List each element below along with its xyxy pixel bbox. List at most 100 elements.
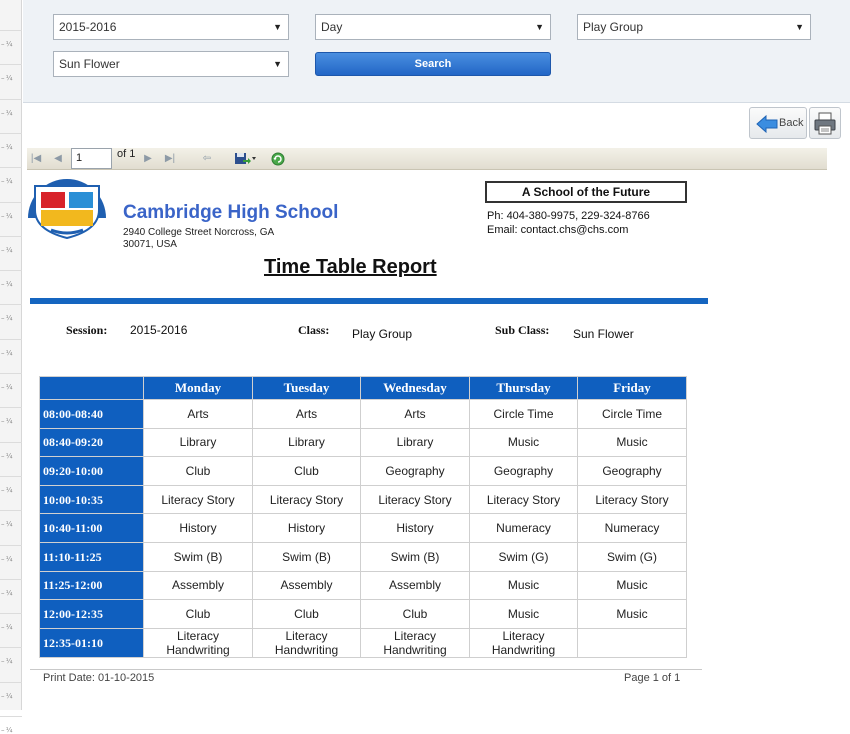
subclass-select[interactable]: Sun Flower ▼ xyxy=(53,51,289,77)
chevron-down-icon: ▼ xyxy=(273,22,282,32)
next-page-icon[interactable]: ▶ xyxy=(141,152,155,166)
gutter-line xyxy=(0,681,22,683)
time-slot-cell: 10:40-11:00 xyxy=(39,513,144,543)
time-slot-cell: 10:00-10:35 xyxy=(39,484,144,515)
gutter-line xyxy=(0,132,22,134)
gutter-mark: – ¼ xyxy=(1,74,13,83)
report-viewer-toolbar: |◀ ◀ 1 of 1 ▶ ▶| ⇦ xyxy=(27,148,827,170)
subject-cell: Literacy Story xyxy=(469,484,578,515)
timetable: Monday Tuesday Wednesday Thursday Friday 08:… xyxy=(39,376,687,658)
refresh-icon[interactable] xyxy=(271,152,285,166)
header-divider xyxy=(30,298,708,304)
print-button[interactable] xyxy=(809,107,841,139)
left-gutter: – ¼ – ¼ – ¼ – ¼ – ¼ – ¼ – ¼ – ¼ – ¼ – ¼ – ¼ – ¼ – ¼ –… xyxy=(0,0,22,734)
gutter-line xyxy=(0,475,22,477)
chevron-down-icon: ▼ xyxy=(795,22,804,32)
subject-cell: Library xyxy=(252,427,361,458)
gutter-mark: – ¼ xyxy=(1,417,13,426)
table-row: 08:00-08:40 Arts Arts Arts Circle Time Circle… xyxy=(39,399,687,429)
back-button-label: Back xyxy=(779,117,804,129)
gutter-mark: – ¼ xyxy=(1,348,13,357)
session-select[interactable]: 2015-2016 ▼ xyxy=(53,14,289,40)
time-slot-cell: 12:00-12:35 xyxy=(39,599,144,629)
last-page-icon[interactable]: ▶| xyxy=(163,152,177,166)
gutter-mark: – ¼ xyxy=(1,383,13,391)
gutter-line xyxy=(0,613,22,615)
gutter-mark: – ¼ xyxy=(1,142,13,151)
gutter-line xyxy=(0,716,22,717)
table-row: 10:40-11:00 History History History Numeracy… xyxy=(39,513,687,543)
gutter-line xyxy=(0,30,22,31)
subject-cell: Literacy Handwriting xyxy=(252,627,361,658)
gutter-mark: – ¼ xyxy=(1,623,13,632)
subject-cell: Club xyxy=(252,599,361,629)
subject-cell: Geography xyxy=(577,456,687,486)
subject-cell: Music xyxy=(577,570,687,601)
gutter-mark: – ¼ xyxy=(1,588,13,597)
time-slot-cell: 08:40-09:20 xyxy=(39,427,144,458)
subject-cell: Geography xyxy=(360,456,470,486)
class-select[interactable]: Play Group ▼ xyxy=(577,14,811,40)
period-select[interactable]: Day ▼ xyxy=(315,14,551,40)
subject-cell: Geography xyxy=(469,456,578,486)
gutter-line xyxy=(0,578,22,580)
time-slot-cell: 12:35-01:10 xyxy=(39,627,144,658)
subject-cell: Literacy Handwriting xyxy=(360,627,470,658)
address-line-1: 2940 College Street Norcross, GA xyxy=(123,227,275,238)
print-date: Print Date: 01-10-2015 xyxy=(43,672,155,684)
subject-cell: Swim (B) xyxy=(143,541,253,572)
chevron-down-icon: ▼ xyxy=(273,59,282,69)
table-row: 12:35-01:10 Literacy Handwriting Literacy … xyxy=(39,627,687,658)
subject-cell: Literacy Handwriting xyxy=(143,627,253,658)
gutter-mark: – ¼ xyxy=(1,314,13,323)
school-name: Cambridge High School xyxy=(123,202,339,223)
table-row: 10:00-10:35 Literacy Story Literacy Story L… xyxy=(39,484,687,515)
subject-cell: Music xyxy=(469,599,578,629)
day-header-tuesday: Tuesday xyxy=(252,376,361,400)
subject-cell: Numeracy xyxy=(577,513,687,543)
subject-cell: Arts xyxy=(252,399,361,429)
viewer-topbar: Back xyxy=(23,103,850,148)
school-logo xyxy=(28,179,106,240)
gutter-line xyxy=(0,304,22,306)
gutter-mark: – ¼ xyxy=(1,691,13,700)
chevron-down-icon: ▼ xyxy=(535,22,544,32)
subject-cell: History xyxy=(143,513,253,543)
gutter-line xyxy=(0,441,22,443)
first-page-icon[interactable]: |◀ xyxy=(29,152,43,166)
subclass-value: Sun Flower xyxy=(573,327,634,341)
class-value: Play Group xyxy=(352,327,413,341)
subject-cell: Circle Time xyxy=(469,399,578,429)
gutter-mark: – ¼ xyxy=(1,177,13,186)
gutter-mark: – ¼ xyxy=(1,451,13,460)
time-column-header xyxy=(39,376,144,400)
subject-cell: Literacy Story xyxy=(360,484,470,515)
gutter-mark: – ¼ xyxy=(1,554,13,563)
school-motto: A School of the Future xyxy=(485,181,687,203)
subject-cell: Assembly xyxy=(360,570,470,601)
timetable-header-row: Monday Tuesday Wednesday Thursday Friday xyxy=(39,376,687,400)
gutter-mark: – ¼ xyxy=(1,520,13,529)
subject-cell: Numeracy xyxy=(469,513,578,543)
search-button[interactable]: Search xyxy=(315,52,551,76)
day-header-monday: Monday xyxy=(143,376,253,400)
subject-cell: Music xyxy=(469,570,578,601)
subject-cell: Literacy Story xyxy=(252,484,361,515)
footer-divider xyxy=(30,669,702,670)
previous-page-icon[interactable]: ◀ xyxy=(51,152,65,166)
back-to-parent-icon[interactable]: ⇦ xyxy=(200,152,214,166)
subject-cell: Assembly xyxy=(252,570,361,601)
gutter-line xyxy=(0,235,22,237)
subject-cell: Club xyxy=(143,599,253,629)
gutter-mark: – ¼ xyxy=(1,245,13,254)
subject-cell: Music xyxy=(577,599,687,629)
time-slot-cell: 09:20-10:00 xyxy=(39,456,144,486)
printer-icon xyxy=(814,112,836,135)
page-number-input[interactable]: 1 xyxy=(71,148,112,169)
export-icon[interactable] xyxy=(233,152,257,166)
subject-cell: Circle Time xyxy=(577,399,687,429)
subject-cell: Swim (G) xyxy=(469,541,578,572)
back-button[interactable]: Back xyxy=(749,107,807,139)
table-row: 11:10-11:25 Swim (B) Swim (B) Swim (B) Swim … xyxy=(39,541,687,572)
class-select-value: Play Group xyxy=(583,20,644,34)
